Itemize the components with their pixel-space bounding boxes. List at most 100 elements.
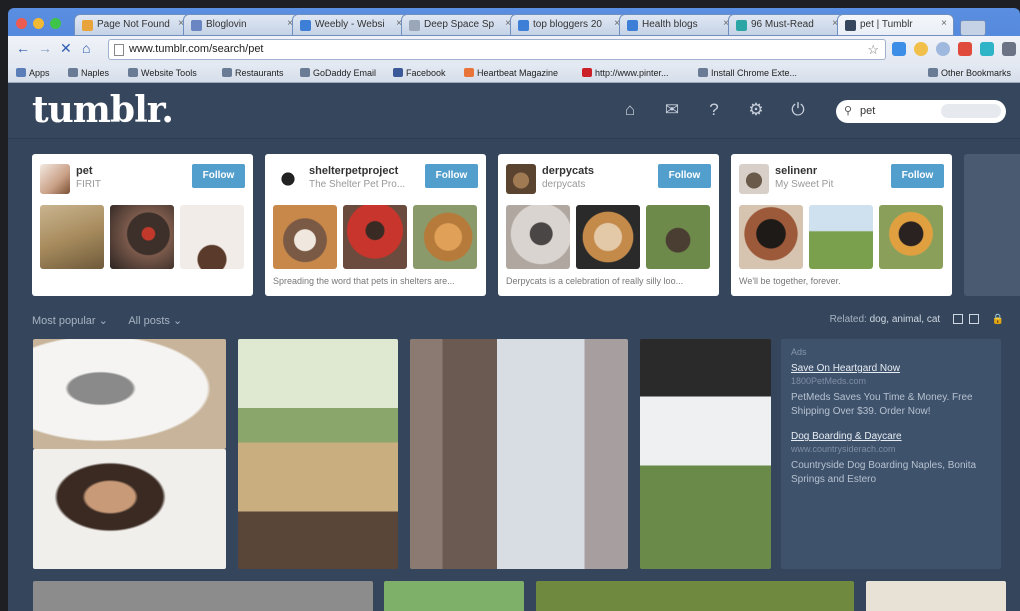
bookmark-item[interactable]: Restaurants — [222, 68, 284, 78]
post-thumbnail[interactable] — [879, 205, 943, 269]
extension-icon[interactable] — [980, 42, 994, 56]
bookmark-star-icon[interactable]: ☆ — [867, 42, 879, 58]
forward-arrow-icon[interactable]: → — [38, 40, 52, 56]
back-arrow-icon[interactable]: ← — [16, 40, 30, 56]
list-view-icon[interactable] — [968, 314, 979, 325]
blog-avatar[interactable] — [40, 164, 70, 194]
tab-close-icon[interactable]: × — [941, 18, 947, 29]
post-thumbnail[interactable] — [506, 205, 570, 269]
blog-avatar[interactable] — [506, 164, 536, 194]
stop-icon[interactable]: ✕ — [60, 40, 72, 57]
browser-tab[interactable]: 96 Must-Read × — [728, 14, 845, 36]
post-thumbnail[interactable] — [413, 205, 477, 269]
post-image[interactable] — [536, 581, 854, 611]
post-thumbnail[interactable] — [273, 205, 337, 269]
browser-tab[interactable]: top bloggers 20 × — [510, 14, 627, 36]
browser-tab-active[interactable]: pet | Tumblr × — [837, 14, 954, 36]
search-input[interactable]: ⚲ pet — [836, 100, 1006, 123]
ads-label: Ads — [791, 347, 807, 357]
tab-strip: Page Not Found × Bloglovin × Weebly - Webs… — [74, 14, 1020, 38]
post-thumbnail[interactable] — [576, 205, 640, 269]
bookmark-item[interactable]: Install Chrome Exte... — [698, 68, 797, 78]
favicon-icon — [300, 20, 311, 31]
post-image[interactable] — [238, 339, 398, 569]
ad-title[interactable]: Dog Boarding & Daycare — [791, 431, 991, 442]
blog-card[interactable]: selinenr My Sweet Pit Follow We'll be to… — [731, 154, 952, 296]
follow-button[interactable]: Follow — [891, 164, 944, 188]
close-window-button[interactable] — [16, 18, 27, 29]
minimize-window-button[interactable] — [33, 18, 44, 29]
blog-avatar[interactable] — [739, 164, 769, 194]
blog-name[interactable]: selinenr — [775, 165, 817, 177]
ad-title[interactable]: Save On Heartgard Now — [791, 363, 991, 374]
post-image[interactable] — [640, 339, 771, 569]
post-thumbnail[interactable] — [739, 205, 803, 269]
sort-dropdown[interactable]: Most popular ⌄ — [32, 315, 108, 327]
post-image[interactable] — [33, 581, 373, 611]
bookmark-item[interactable]: http://www.pinter... — [582, 68, 669, 78]
tumblr-logo[interactable]: tumblr. — [32, 89, 174, 131]
zoom-window-button[interactable] — [50, 18, 61, 29]
post-thumbnail[interactable] — [809, 205, 873, 269]
browser-tab[interactable]: Page Not Found × — [74, 14, 191, 36]
gear-icon[interactable]: ⚙ — [746, 100, 766, 120]
follow-button[interactable]: Follow — [425, 164, 478, 188]
browser-tab[interactable]: Bloglovin × — [183, 14, 300, 36]
post-image[interactable] — [33, 339, 226, 449]
post-image[interactable] — [384, 581, 524, 611]
blog-name[interactable]: derpycats — [542, 165, 594, 177]
extension-icon[interactable] — [958, 42, 972, 56]
post-image[interactable] — [410, 339, 628, 569]
blog-avatar[interactable] — [273, 164, 303, 194]
bookmark-item[interactable]: Naples — [68, 68, 109, 78]
extension-icon[interactable] — [914, 42, 928, 56]
post-thumbnail[interactable] — [646, 205, 710, 269]
related-tag-list[interactable]: dog, animal, cat — [870, 314, 941, 325]
post-image[interactable] — [33, 449, 226, 569]
favicon-icon — [845, 20, 856, 31]
address-bar-url: www.tumblr.com/search/pet — [129, 43, 264, 55]
bookmark-item[interactable]: Other Bookmarks — [928, 68, 1011, 78]
post-image[interactable] — [866, 581, 1006, 611]
blog-card[interactable] — [964, 154, 1020, 296]
bookmark-item[interactable]: Website Tools — [128, 68, 197, 78]
power-icon[interactable]: ⏻ — [788, 100, 808, 120]
bookmark-item[interactable]: Apps — [16, 68, 50, 78]
home-icon[interactable]: ⌂ — [620, 100, 640, 120]
blog-card[interactable]: derpycats derpycats Follow Derpycats is … — [498, 154, 719, 296]
bookmark-item[interactable]: GoDaddy Email — [300, 68, 376, 78]
new-tab-button[interactable] — [960, 20, 986, 36]
blog-card[interactable]: pet FIRIT Follow — [32, 154, 253, 296]
tab-label: Bloglovin — [206, 19, 247, 30]
post-thumbnail[interactable] — [180, 205, 244, 269]
browser-tab[interactable]: Weebly - Websi × — [292, 14, 409, 36]
lock-icon[interactable]: 🔒 — [992, 314, 1004, 325]
browser-tab[interactable]: Deep Space Sp × — [401, 14, 518, 36]
blog-card[interactable]: shelterpetproject The Shelter Pet Pro...… — [265, 154, 486, 296]
blog-cards: pet FIRIT Follow shelterpetproject The S… — [32, 154, 1020, 296]
ad-link[interactable]: www.countrysiderach.com — [791, 444, 991, 454]
post-type-dropdown[interactable]: All posts ⌄ — [128, 315, 182, 327]
search-toggle[interactable] — [941, 104, 1001, 118]
menu-icon[interactable] — [1002, 42, 1016, 56]
follow-button[interactable]: Follow — [658, 164, 711, 188]
post-thumbnail[interactable] — [110, 205, 174, 269]
bookmark-item[interactable]: Facebook — [393, 68, 446, 78]
bookmark-item[interactable]: Heartbeat Magazine — [464, 68, 558, 78]
follow-button[interactable]: Follow — [192, 164, 245, 188]
post-thumbnail[interactable] — [343, 205, 407, 269]
extension-icon[interactable] — [936, 42, 950, 56]
help-icon[interactable]: ? — [704, 100, 724, 120]
mail-icon[interactable]: ✉ — [662, 100, 682, 120]
ad-link[interactable]: 1800PetMeds.com — [791, 376, 991, 386]
blog-name[interactable]: pet — [76, 165, 93, 177]
home-icon[interactable]: ⌂ — [82, 40, 90, 56]
favicon-icon — [82, 20, 93, 31]
address-bar[interactable]: www.tumblr.com/search/pet ☆ — [108, 39, 886, 60]
navigation-bar: ← → ✕ ⌂ www.tumblr.com/search/pet ☆ — [8, 36, 1020, 63]
extension-icon[interactable] — [892, 42, 906, 56]
blog-name[interactable]: shelterpetproject — [309, 165, 398, 177]
browser-tab[interactable]: Health blogs × — [619, 14, 736, 36]
post-thumbnail[interactable] — [40, 205, 104, 269]
grid-view-icon[interactable] — [952, 314, 963, 325]
